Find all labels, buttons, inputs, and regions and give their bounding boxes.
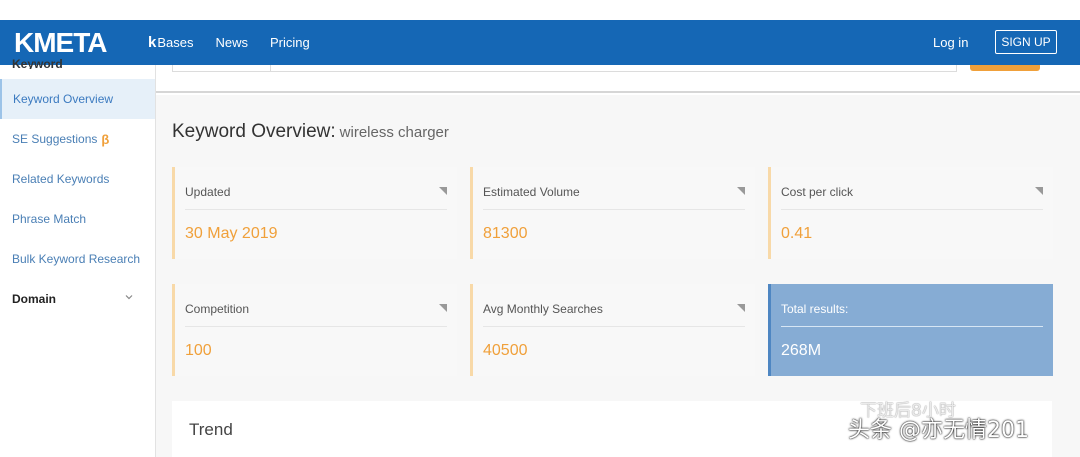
sidebar-item-label: Related Keywords	[12, 172, 110, 186]
stat-card-estimated-volume: Estimated Volume 81300	[470, 167, 755, 259]
stat-card-label: Updated	[185, 185, 231, 199]
info-corner-icon[interactable]	[439, 304, 447, 312]
stat-card-value: 30 May 2019	[185, 225, 278, 242]
navbar: KMETA k Bases News Pricing Log in SIGN U…	[0, 20, 1080, 65]
info-corner-icon[interactable]	[737, 304, 745, 312]
stat-card-label: Estimated Volume	[483, 185, 580, 199]
sidebar-item-phrase-match[interactable]: Phrase Match	[0, 199, 155, 239]
stat-card-competition: Competition 100	[172, 284, 457, 376]
sidebar-item-label: Keyword Overview	[13, 92, 114, 106]
sidebar-item-keyword-overview[interactable]: Keyword Overview	[0, 79, 155, 119]
stat-card-cost-per-click: Cost per click 0.41	[768, 167, 1053, 259]
login-link[interactable]: Log in	[933, 20, 968, 65]
page-title: Keyword Overview: wireless charger	[172, 121, 449, 143]
chevron-down-icon	[125, 295, 133, 300]
info-corner-icon[interactable]	[1035, 187, 1043, 195]
stat-card-value: 100	[185, 342, 212, 359]
info-corner-icon[interactable]	[737, 187, 745, 195]
stat-card-divider	[185, 209, 447, 210]
sidebar-heading: Keyword	[12, 57, 63, 69]
bases-k-icon: k	[148, 34, 157, 51]
stat-card-total-results: Total results: 268M	[768, 284, 1053, 376]
stat-card-value: 0.41	[781, 225, 813, 242]
search-button[interactable]	[970, 65, 1040, 71]
watermark-author: 头条 @亦无情201	[848, 418, 1029, 443]
search-input[interactable]	[270, 65, 957, 72]
sidebar-item-se-suggestions[interactable]: SE Suggestions β	[0, 119, 155, 159]
stat-card-value: 81300	[483, 225, 528, 242]
nav-link-news[interactable]: News	[215, 35, 248, 50]
sidebar-item-related-keywords[interactable]: Related Keywords	[0, 159, 155, 199]
nav-link-bases[interactable]: k Bases	[148, 34, 193, 51]
info-corner-icon[interactable]	[439, 187, 447, 195]
page-title-text: Keyword Overview:	[172, 121, 336, 142]
sidebar-item-label: SE Suggestions	[12, 132, 98, 146]
sidebar-item-domain[interactable]: Domain	[0, 279, 155, 319]
logo[interactable]: KMETA	[14, 26, 107, 60]
sidebar: Keyword Keyword Overview SE Suggestions …	[0, 57, 156, 457]
stat-card-divider	[781, 326, 1043, 327]
sidebar-item-label: Bulk Keyword Research	[12, 252, 141, 266]
top-gap	[0, 0, 1080, 20]
stat-card-divider	[185, 326, 447, 327]
search-database-select[interactable]	[172, 65, 271, 72]
stat-card-divider	[781, 209, 1043, 210]
sidebar-item-bulk-keyword-research[interactable]: Bulk Keyword Research	[0, 239, 155, 279]
nav-links: k Bases News Pricing	[148, 20, 310, 65]
beta-badge: β	[101, 131, 110, 147]
stat-card-value: 40500	[483, 342, 528, 359]
nav-link-pricing[interactable]: Pricing	[270, 35, 310, 50]
signup-button[interactable]: SIGN UP	[995, 30, 1057, 54]
stat-card-label: Cost per click	[781, 185, 854, 199]
sidebar-item-label: Phrase Match	[12, 212, 87, 226]
page-title-keyword: wireless charger	[339, 124, 449, 141]
stat-card-value: 268M	[781, 342, 822, 359]
stat-card-divider	[483, 326, 745, 327]
nav-link-bases-label: Bases	[157, 35, 194, 50]
stat-card-label: Total results:	[781, 302, 849, 316]
stat-card-avg-monthly-searches: Avg Monthly Searches 40500	[470, 284, 755, 376]
sidebar-item-label: Domain	[12, 292, 57, 306]
logo-text: KMETA	[14, 27, 107, 58]
stat-card-divider	[483, 209, 745, 210]
stat-card-label: Competition	[185, 302, 250, 316]
stat-card-updated: Updated 30 May 2019	[172, 167, 457, 259]
stat-card-label: Avg Monthly Searches	[483, 302, 603, 316]
trend-title: Trend	[189, 420, 233, 439]
